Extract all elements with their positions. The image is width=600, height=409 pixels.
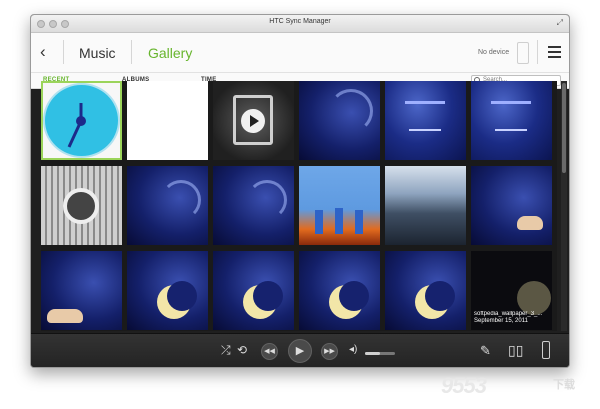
device-status: No device (478, 49, 510, 56)
text-line (405, 101, 445, 104)
hamburger-menu-icon[interactable] (548, 46, 561, 61)
pattern-center (63, 188, 99, 224)
thumbnail-image[interactable] (385, 166, 466, 245)
thumbnail-image[interactable] (41, 251, 122, 330)
thumbnail-image[interactable] (213, 251, 294, 330)
thumbnail-selected[interactable]: softpedia_wallpaper_3_... September 15, … (471, 251, 552, 330)
shuffle-icon[interactable]: ⤮ (221, 343, 231, 358)
thumbnail-image[interactable] (385, 251, 466, 330)
thumbnail-image[interactable] (127, 251, 208, 330)
thumbnail-image[interactable] (127, 166, 208, 245)
play-icon[interactable]: ▶ (288, 339, 312, 363)
scrollbar-thumb[interactable] (562, 83, 566, 173)
volume-level (365, 352, 380, 355)
thumbnail-image[interactable] (299, 81, 380, 160)
thumbnail-video[interactable] (213, 81, 294, 160)
caption-date: September 15, 2011 (474, 318, 528, 324)
watermark-suffix: 下载 (553, 379, 575, 391)
moon-shadow (425, 281, 455, 311)
app-window: HTC Sync Manager ⤢ ‹ Music Gallery No de… (30, 14, 570, 368)
thumbnail-image[interactable] (299, 251, 380, 330)
thumbnail-clock[interactable] (41, 81, 122, 160)
swirl-shape (329, 89, 373, 133)
player-bar: ⤮ ⟲ ◀◀ ▶ ▶▶ ◂) ✎ ▯▯ (31, 333, 569, 367)
phone-icon[interactable] (542, 341, 550, 359)
title-bar: HTC Sync Manager ⤢ (31, 15, 569, 33)
figure-shape (47, 309, 83, 323)
selection-frame (41, 81, 122, 160)
divider (63, 40, 64, 64)
fullscreen-icon[interactable]: ⤢ (557, 18, 563, 28)
divider (131, 40, 132, 64)
thumbnail-image[interactable] (471, 81, 552, 160)
window-title: HTC Sync Manager (269, 18, 331, 25)
caption-title: softpedia_wallpaper_3_... (474, 311, 543, 317)
thumbnail-grid: softpedia_wallpaper_3_... September 15, … (41, 81, 557, 331)
watermark-logo: 9553 (441, 373, 487, 398)
swirl-shape (161, 180, 201, 220)
book-icon[interactable]: ▯▯ (508, 342, 523, 359)
moon-shadow (253, 281, 283, 311)
moon-shape (517, 281, 551, 315)
thumbnail-caption: softpedia_wallpaper_3_... September 15, … (474, 311, 550, 325)
swirl-shape (247, 180, 287, 220)
thumbnail-white[interactable] (127, 81, 208, 160)
repeat-icon[interactable]: ⟲ (237, 343, 247, 357)
thumbnail-image[interactable] (213, 166, 294, 245)
app-header: ‹ Music Gallery No device (31, 33, 569, 73)
play-icon (241, 109, 265, 133)
figure-shape (315, 210, 323, 234)
divider (537, 40, 538, 64)
chevron-left-icon[interactable]: ‹ (40, 42, 46, 62)
moon-shadow (167, 281, 197, 311)
figure-shape (355, 210, 363, 234)
volume-icon[interactable]: ◂) (349, 344, 357, 355)
text-line (495, 129, 527, 131)
edit-icon[interactable]: ✎ (480, 343, 491, 359)
volume-slider[interactable] (365, 352, 395, 355)
moon-shadow (339, 281, 369, 311)
figure-shape (517, 216, 543, 230)
text-line (409, 129, 441, 131)
figure-shape (335, 208, 343, 234)
text-line (491, 101, 531, 104)
fast-forward-icon[interactable]: ▶▶ (321, 343, 338, 360)
thumbnail-image[interactable] (471, 166, 552, 245)
thumbnail-test-pattern[interactable] (41, 166, 122, 245)
thumbnail-image[interactable] (299, 166, 380, 245)
rewind-icon[interactable]: ◀◀ (261, 343, 278, 360)
tab-music[interactable]: Music (79, 45, 116, 61)
tab-gallery[interactable]: Gallery (148, 45, 192, 61)
thumbnail-image[interactable] (385, 81, 466, 160)
phone-outline-icon (517, 42, 529, 64)
